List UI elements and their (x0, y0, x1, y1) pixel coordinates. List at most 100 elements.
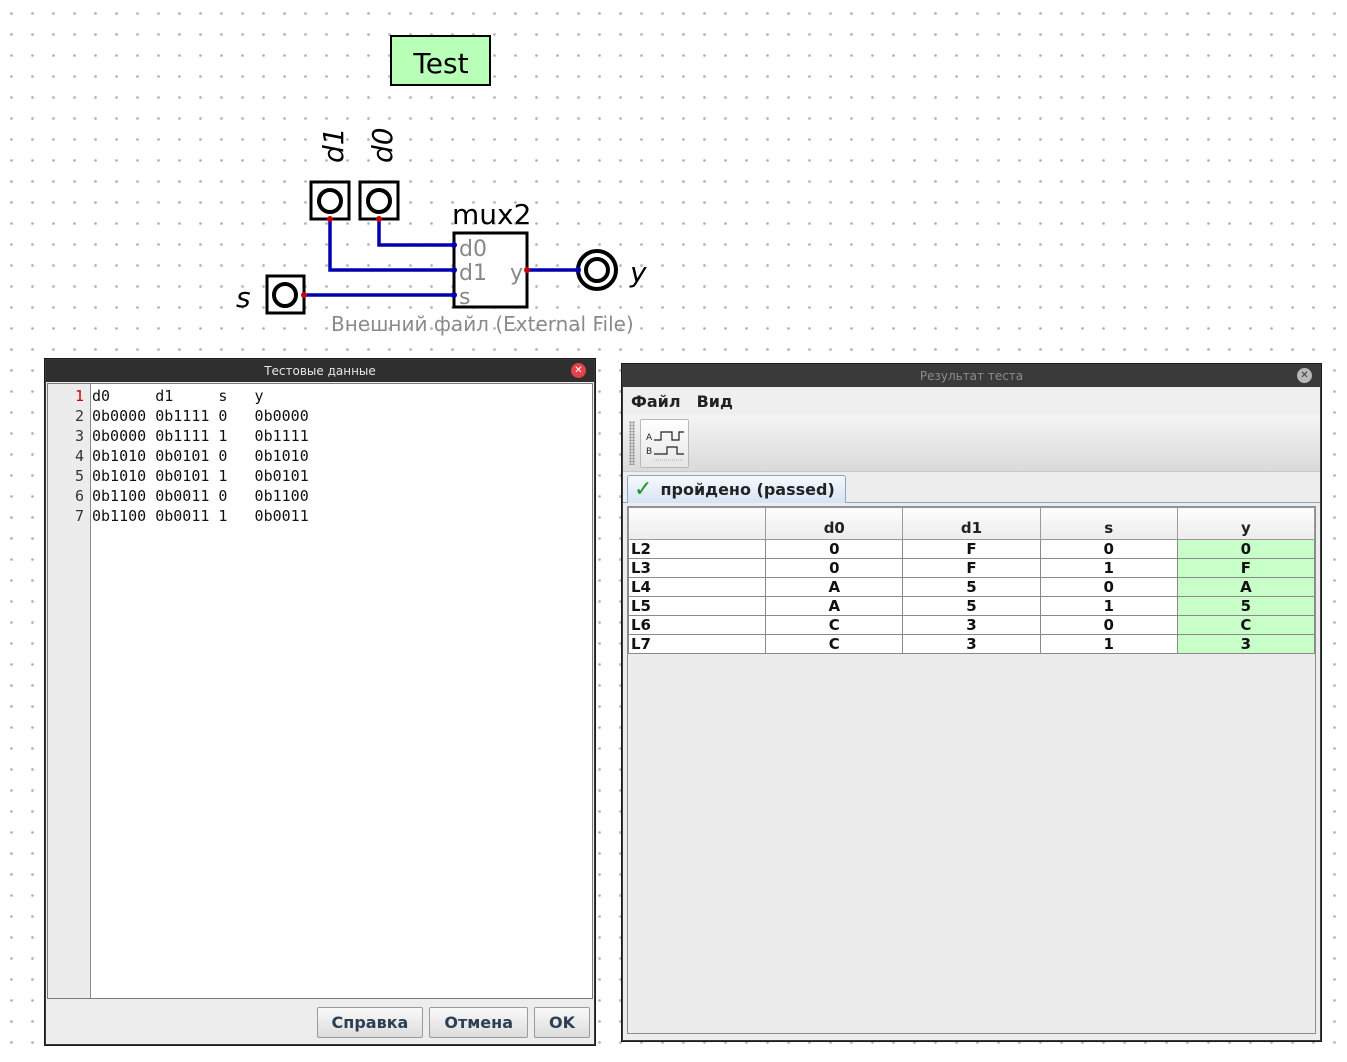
result-tabs: ✓ пройдено (passed) (623, 472, 1320, 503)
table-row[interactable]: L5 A 5 1 5 (627, 596, 1316, 616)
toolbar: A B (623, 415, 1320, 472)
table-cell: 1 (1039, 558, 1178, 578)
table-cell: 0 (1039, 539, 1178, 559)
input-s[interactable]: s (236, 274, 307, 315)
pin-d0-out (376, 216, 382, 222)
line-number: 5 (74, 467, 84, 485)
cancel-button[interactable]: Отмена (429, 1007, 528, 1038)
pin-d1-out (327, 216, 333, 222)
timing-diagram-button[interactable]: A B (640, 419, 689, 468)
svg-text:B: B (646, 447, 652, 457)
table-row[interactable]: L3 0 F 1 F (627, 558, 1316, 578)
table-cell: C (765, 615, 904, 635)
table-cell: A (1176, 577, 1316, 597)
row-label: L2 (627, 539, 767, 559)
pin-y-in (575, 267, 581, 273)
table-cell: C (1176, 615, 1316, 635)
line-number: 2 (74, 407, 84, 425)
input-d1[interactable]: d1 (309, 127, 351, 222)
check-icon: ✓ (634, 476, 653, 502)
table-cell: 5 (1176, 596, 1316, 616)
pin-mux-d0 (451, 242, 457, 248)
input-d0-label: d0 (366, 127, 399, 163)
pin-s-out (301, 292, 307, 298)
test-component[interactable]: Test (390, 35, 491, 86)
close-icon[interactable]: ✕ (1297, 368, 1312, 383)
result-title: Результат теста (919, 369, 1024, 383)
line-number: 3 (74, 427, 84, 445)
input-d0[interactable]: d0 (358, 127, 400, 222)
table-cell: 0 (1039, 577, 1178, 597)
line-number: 1 (74, 387, 84, 405)
help-button[interactable]: Справка (316, 1007, 424, 1038)
table-cell: F (902, 539, 1041, 559)
row-label: L6 (627, 615, 767, 635)
mux2-component[interactable]: mux2 d0 d1 s y (451, 198, 531, 310)
pin-mux-y (524, 267, 530, 273)
testdata-editor[interactable]: 1 2 3 4 5 6 7 d0 d1 s y 0b0000 0b1111 0 0b0000… (47, 383, 593, 999)
table-cell: 3 (902, 615, 1041, 635)
output-y[interactable]: y (575, 249, 647, 291)
output-y-label: y (629, 256, 647, 289)
external-file-label: Внешний файл (External File) (331, 312, 634, 336)
table-row[interactable]: L2 0 F 0 0 (627, 539, 1316, 559)
column-header[interactable]: s (1039, 507, 1178, 540)
table-cell: 0 (765, 539, 904, 559)
line-number: 6 (74, 487, 84, 505)
table-cell: A (765, 596, 904, 616)
test-result-window[interactable]: Результат теста ✕ Файл Вид A B ✓ пройден… (622, 364, 1321, 1041)
table-row[interactable]: L4 A 5 0 A (627, 577, 1316, 597)
column-header[interactable]: d1 (902, 507, 1041, 540)
pin-mux-d1 (451, 267, 457, 273)
table-cell: 5 (902, 577, 1041, 597)
column-header[interactable]: d0 (765, 507, 904, 540)
line-number-gutter: 1 2 3 4 5 6 7 (48, 384, 91, 998)
row-label: L5 (627, 596, 767, 616)
table-cell: 5 (902, 596, 1041, 616)
result-table-container[interactable]: d0 d1 s y L2 0 F 0 0 L3 0 F 1 F L4 A 5 0 A L5 A 5 1 5 L6 C 3 0 C L7 C… (627, 506, 1316, 1034)
line-number: 7 (74, 507, 84, 525)
table-cell: 1 (1039, 596, 1178, 616)
table-cell: A (765, 577, 904, 597)
menu-bar: Файл Вид (623, 387, 1320, 415)
pin-mux-s (451, 292, 457, 298)
testdata-window[interactable]: Тестовые данные ✕ 1 2 3 4 5 6 7 d0 d1 s y 0b00… (45, 359, 595, 1045)
circuit-canvas[interactable]: Test d1 d0 s mux2 d0 d1 s y y Внешний фа… (0, 0, 1347, 350)
menu-view[interactable]: Вид (695, 392, 735, 411)
testdata-titlebar[interactable]: Тестовые данные ✕ (46, 360, 594, 382)
wire-d0 (377, 219, 453, 247)
table-row[interactable]: L7 C 3 1 3 (627, 634, 1316, 654)
close-icon[interactable]: ✕ (571, 363, 586, 378)
table-cell: 1 (1039, 634, 1178, 654)
row-label: L4 (627, 577, 767, 597)
input-d1-label: d1 (317, 127, 350, 163)
row-label: L3 (627, 558, 767, 578)
column-header[interactable] (627, 507, 767, 540)
table-row[interactable]: L6 C 3 0 C (627, 615, 1316, 635)
input-s-label: s (236, 281, 251, 314)
mux2-port-s: s (459, 285, 470, 310)
testdata-title: Тестовые данные (264, 364, 376, 378)
ok-button[interactable]: OK (534, 1007, 590, 1038)
testdata-text[interactable]: d0 d1 s y 0b0000 0b1111 0 0b0000 0b0000 … (92, 386, 309, 526)
menu-file[interactable]: Файл (629, 392, 683, 411)
mux2-label: mux2 (452, 198, 531, 231)
row-label: L7 (627, 634, 767, 654)
wires (304, 219, 578, 297)
mux2-port-y: y (510, 261, 523, 286)
tab-passed[interactable]: ✓ пройдено (passed) (627, 475, 846, 503)
test-label: Test (412, 47, 468, 80)
result-titlebar[interactable]: Результат теста ✕ (623, 365, 1320, 387)
column-header[interactable]: y (1176, 507, 1316, 540)
table-cell: C (765, 634, 904, 654)
timing-diagram-icon: A B (646, 431, 684, 461)
tab-passed-label: пройдено (passed) (660, 480, 835, 499)
result-table: d0 d1 s y L2 0 F 0 0 L3 0 F 1 F L4 A 5 0 A L5 A 5 1 5 L6 C 3 0 C L7 C… (627, 507, 1316, 654)
table-cell: 3 (1176, 634, 1316, 654)
table-cell: 0 (1039, 615, 1178, 635)
table-cell: 3 (902, 634, 1041, 654)
mux2-port-d0: d0 (459, 237, 487, 262)
table-cell: F (1176, 558, 1316, 578)
toolbar-grip[interactable] (629, 421, 635, 465)
svg-text:A: A (646, 433, 653, 443)
